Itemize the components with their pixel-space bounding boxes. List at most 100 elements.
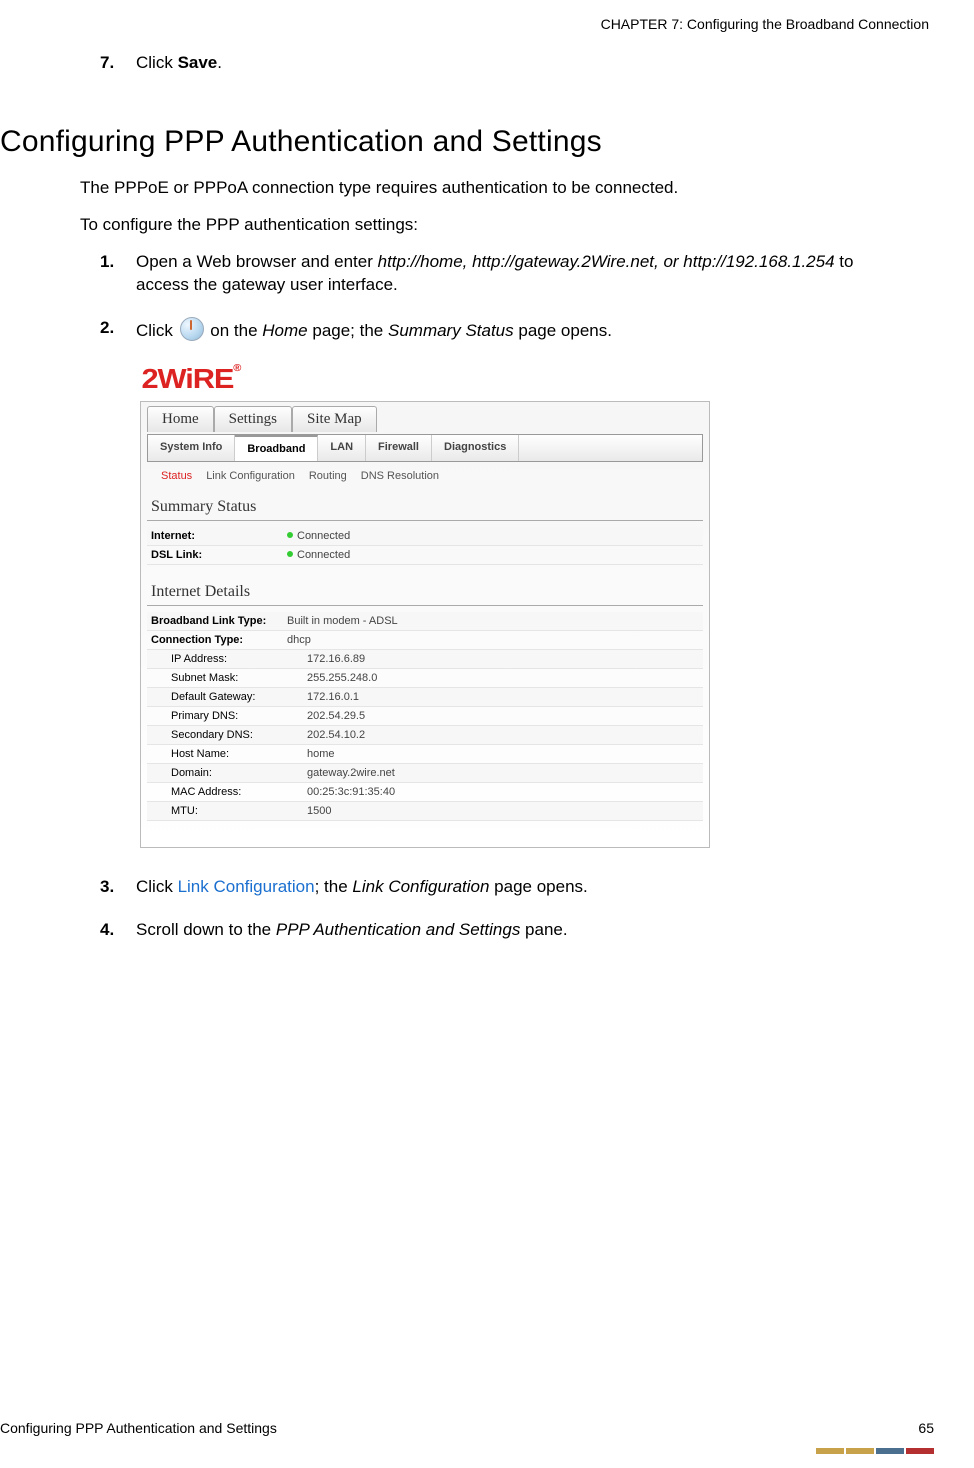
step-text: Scroll down to the PPP Authentication an…	[136, 919, 894, 942]
tab-site-map[interactable]: Site Map	[292, 406, 377, 432]
summary-status-title: Summary Status	[147, 496, 703, 521]
link-configuration-link[interactable]: Link Configuration	[178, 877, 315, 896]
table-row: Secondary DNS: 202.54.10.2	[147, 726, 703, 745]
subtab-diagnostics[interactable]: Diagnostics	[432, 435, 519, 461]
text: Click	[136, 321, 178, 340]
row-value: Built in modem - ADSL	[287, 615, 398, 627]
sublink-dns-resolution[interactable]: DNS Resolution	[361, 470, 439, 482]
row-value: 1500	[307, 805, 331, 817]
table-row: IP Address:172.16.6.89	[147, 650, 703, 669]
tab-settings[interactable]: Settings	[214, 406, 292, 432]
footer-page-number: 65	[918, 1420, 934, 1436]
step-text: Open a Web browser and enter http://home…	[136, 251, 894, 297]
step-number: 7.	[100, 52, 136, 75]
row-label: Primary DNS:	[151, 710, 301, 722]
text: on the	[206, 321, 263, 340]
subtab-firewall[interactable]: Firewall	[366, 435, 432, 461]
intro-paragraph-1: The PPPoE or PPPoA connection type requi…	[80, 177, 894, 200]
text: Click	[136, 877, 178, 896]
row-value: Connected	[287, 549, 350, 561]
chapter-header: CHAPTER 7: Configuring the Broadband Con…	[0, 16, 934, 32]
table-row: Host Name: home	[147, 745, 703, 764]
row-label: Subnet Mask:	[151, 672, 301, 684]
row-value: 255.255.248.0	[307, 672, 377, 684]
sub-links: Status Link Configuration Routing DNS Re…	[147, 462, 703, 496]
subtab-system-info[interactable]: System Info	[148, 435, 235, 461]
row-label: MAC Address:	[151, 786, 301, 798]
footer-color-bars	[816, 1448, 934, 1454]
text: ; the	[315, 877, 353, 896]
row-value: Connected	[287, 530, 350, 542]
logo-text: 2WiRE	[142, 363, 234, 394]
step-number: 1.	[100, 251, 136, 297]
row-label: Secondary DNS:	[151, 729, 301, 741]
row-label: Host Name:	[151, 748, 301, 760]
footer-section-title: Configuring PPP Authentication and Setti…	[0, 1420, 277, 1436]
text: pane.	[520, 920, 567, 939]
row-label: Internet:	[151, 530, 281, 542]
row-value: 00:25:3c:91:35:40	[307, 786, 395, 798]
top-tabs: Home Settings Site Map	[147, 406, 703, 432]
row-label: Domain:	[151, 767, 301, 779]
summary-status-table: Internet: Connected DSL Link: Connected	[147, 527, 703, 565]
step-7: 7. Click Save.	[100, 52, 894, 75]
footer-bar	[846, 1448, 874, 1454]
row-label: DSL Link:	[151, 549, 281, 561]
globe-icon	[180, 317, 204, 341]
row-value: gateway.2wire.net	[307, 767, 395, 779]
text: Scroll down to the	[136, 920, 276, 939]
text: Open a Web browser and enter	[136, 252, 378, 271]
text-italic: Link Configuration	[352, 877, 489, 896]
intro-paragraph-2: To configure the PPP authentication sett…	[80, 214, 894, 237]
subtab-broadband[interactable]: Broadband	[235, 435, 318, 461]
sub-tabs: System Info Broadband LAN Firewall Diagn…	[147, 434, 703, 462]
text: page opens.	[514, 321, 612, 340]
row-label: Broadband Link Type:	[151, 615, 281, 627]
row-label: MTU:	[151, 805, 301, 817]
text: .	[217, 53, 222, 72]
footer-bar	[876, 1448, 904, 1454]
step-4: 4. Scroll down to the PPP Authentication…	[100, 919, 894, 942]
row-label: Connection Type:	[151, 634, 281, 646]
table-row: Domain: gateway.2wire.net	[147, 764, 703, 783]
row-value-text: Connected	[297, 549, 350, 561]
table-row: Subnet Mask: 255.255.248.0	[147, 669, 703, 688]
text-italic: Home	[262, 321, 307, 340]
step-number: 2.	[100, 317, 136, 343]
text-italic: PPP Authentication and Settings	[276, 920, 520, 939]
table-row: MAC Address: 00:25:3c:91:35:40	[147, 783, 703, 802]
status-dot-icon	[287, 551, 293, 557]
page-footer: Configuring PPP Authentication and Setti…	[0, 1420, 934, 1436]
logo-2wire: 2WiRE®	[142, 363, 241, 395]
sublink-routing[interactable]: Routing	[309, 470, 347, 482]
subtab-lan[interactable]: LAN	[318, 435, 366, 461]
sublink-link-configuration[interactable]: Link Configuration	[206, 470, 295, 482]
step-number: 3.	[100, 876, 136, 899]
internet-details-title: Internet Details	[147, 581, 703, 606]
row-value: home	[307, 748, 335, 760]
text: Click	[136, 53, 178, 72]
step-text: Click Save.	[136, 52, 894, 75]
row-value: dhcp	[287, 634, 311, 646]
text-italic: Summary Status	[388, 321, 514, 340]
text: page opens.	[489, 877, 587, 896]
row-value: 172.16.0.1	[307, 691, 359, 703]
logo-row: 2WiRE®	[146, 363, 710, 395]
table-row: Broadband Link Type: Built in modem - ADS…	[147, 612, 703, 631]
logo-reg: ®	[233, 363, 240, 374]
row-value: 202.54.10.2	[307, 729, 365, 741]
sublink-status[interactable]: Status	[161, 470, 192, 482]
internet-details-table: Broadband Link Type: Built in modem - ADS…	[147, 612, 703, 821]
shot-frame: Home Settings Site Map System Info Broad…	[140, 401, 710, 848]
table-row: DSL Link: Connected	[147, 546, 703, 565]
footer-bar	[906, 1448, 934, 1454]
step-text: Click on the Home page; the Summary Stat…	[136, 317, 894, 343]
tab-home[interactable]: Home	[147, 406, 214, 432]
row-label: IP Address:	[151, 653, 301, 665]
status-dot-icon	[287, 532, 293, 538]
table-row: Primary DNS:202.54.29.5	[147, 707, 703, 726]
table-row: Default Gateway:172.16.0.1	[147, 688, 703, 707]
save-label: Save	[178, 53, 218, 72]
step-number: 4.	[100, 919, 136, 942]
table-row: Internet: Connected	[147, 527, 703, 546]
